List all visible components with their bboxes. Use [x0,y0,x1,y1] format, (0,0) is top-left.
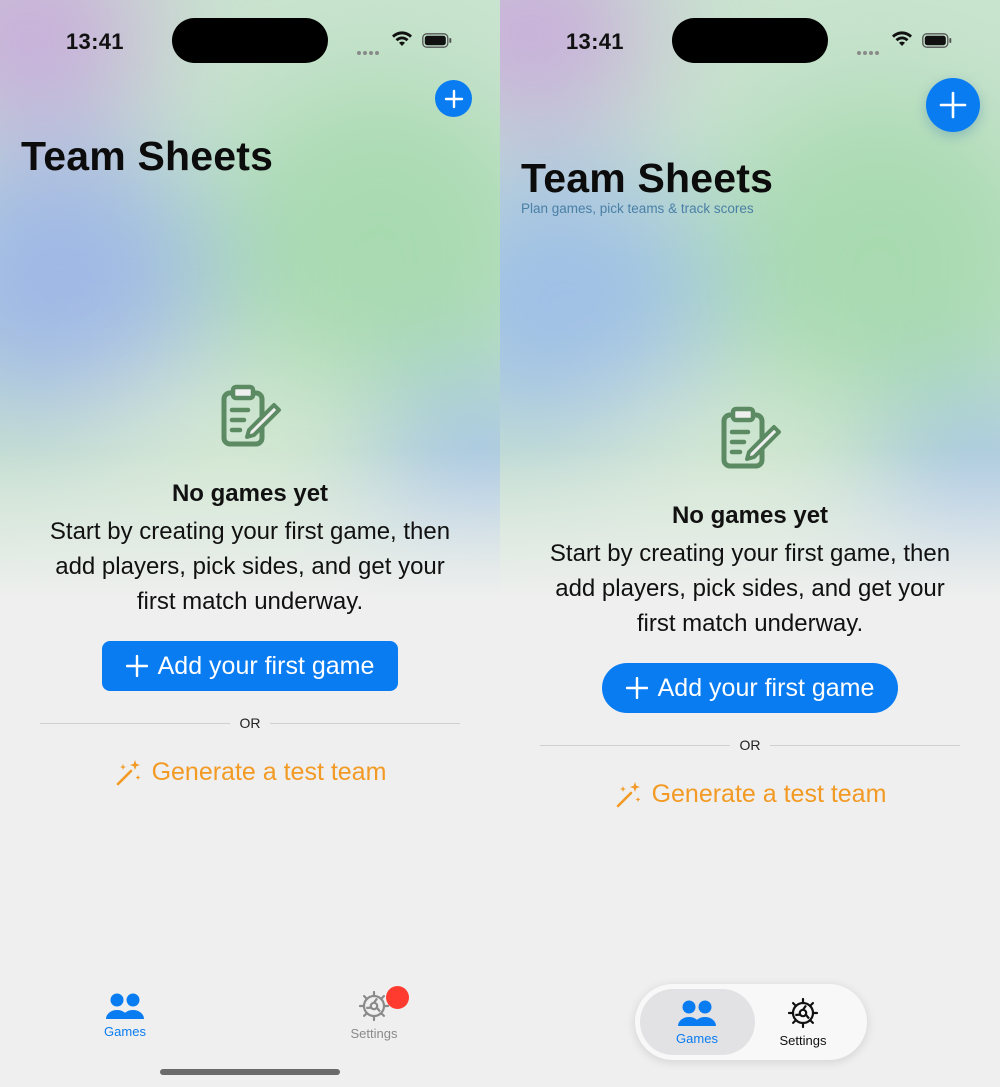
plus-icon [444,89,463,108]
status-bar: 13:41 [500,0,1000,80]
or-label: OR [739,737,761,753]
or-label: OR [239,715,261,731]
tab-games[interactable]: Games [85,992,165,1039]
or-divider: OR [40,715,460,731]
add-game-button[interactable] [435,80,472,117]
floating-tab-bar: Games Settings [635,984,867,1060]
battery-icon [422,33,452,48]
add-first-game-button[interactable]: Add your first game [602,663,898,713]
home-indicator [160,1069,340,1075]
empty-state: No games yet Start by creating your firs… [500,406,1000,641]
generate-test-team-link[interactable]: Generate a test team [0,758,500,787]
magic-wand-icon [114,759,142,787]
status-time: 13:41 [566,29,624,54]
plus-icon [625,677,648,699]
add-game-button[interactable] [926,78,980,132]
or-divider: OR [540,737,960,753]
generate-test-team-link[interactable]: Generate a test team [500,780,1000,809]
signal-icon [857,42,883,55]
people-icon [678,1000,716,1026]
plus-icon [939,91,967,119]
page-subtitle: Plan games, pick teams & track scores [521,201,754,216]
empty-state: No games yet Start by creating your firs… [0,384,500,619]
add-first-game-label: Add your first game [157,651,375,680]
empty-state-title: No games yet [171,480,329,507]
tab-settings-label: Settings [779,1033,827,1048]
gear-icon [787,997,819,1029]
status-time: 13:41 [66,29,124,54]
page-title: Team Sheets [21,133,274,179]
clipboard-pencil-icon [721,406,781,469]
generate-test-team-label: Generate a test team [151,758,387,786]
notification-badge [386,986,409,1009]
page-title: Team Sheets [521,155,774,201]
add-first-game-label: Add your first game [657,673,875,702]
empty-state-message: Start by creating your first game, then … [49,518,451,615]
phone-screen-left: 13:41 Team Sheets No games yet Start by … [0,0,500,1087]
phone-screen-right: 13:41 Team Sheets Plan games, pick teams… [500,0,1000,1087]
wifi-icon [392,31,412,46]
tab-games[interactable]: Games [657,999,737,1046]
tab-settings-label: Settings [350,1026,398,1041]
add-first-game-button[interactable]: Add your first game [102,641,398,691]
status-bar: 13:41 [0,0,500,80]
people-icon [106,993,144,1019]
clipboard-pencil-icon [221,384,281,447]
wifi-icon [892,31,912,46]
dynamic-island [172,18,328,63]
signal-icon [357,42,383,55]
comparison-canvas: 13:41 Team Sheets No games yet Start by … [0,0,1000,1087]
empty-state-title: No games yet [671,502,829,529]
generate-test-team-label: Generate a test team [651,780,887,808]
dynamic-island [672,18,828,63]
tab-games-label: Games [676,1031,718,1046]
magic-wand-icon [614,781,642,809]
battery-icon [922,33,952,48]
plus-icon [125,655,148,677]
tab-settings[interactable]: Settings [763,997,843,1048]
empty-state-message: Start by creating your first game, then … [549,540,951,637]
tab-games-label: Games [104,1024,146,1039]
